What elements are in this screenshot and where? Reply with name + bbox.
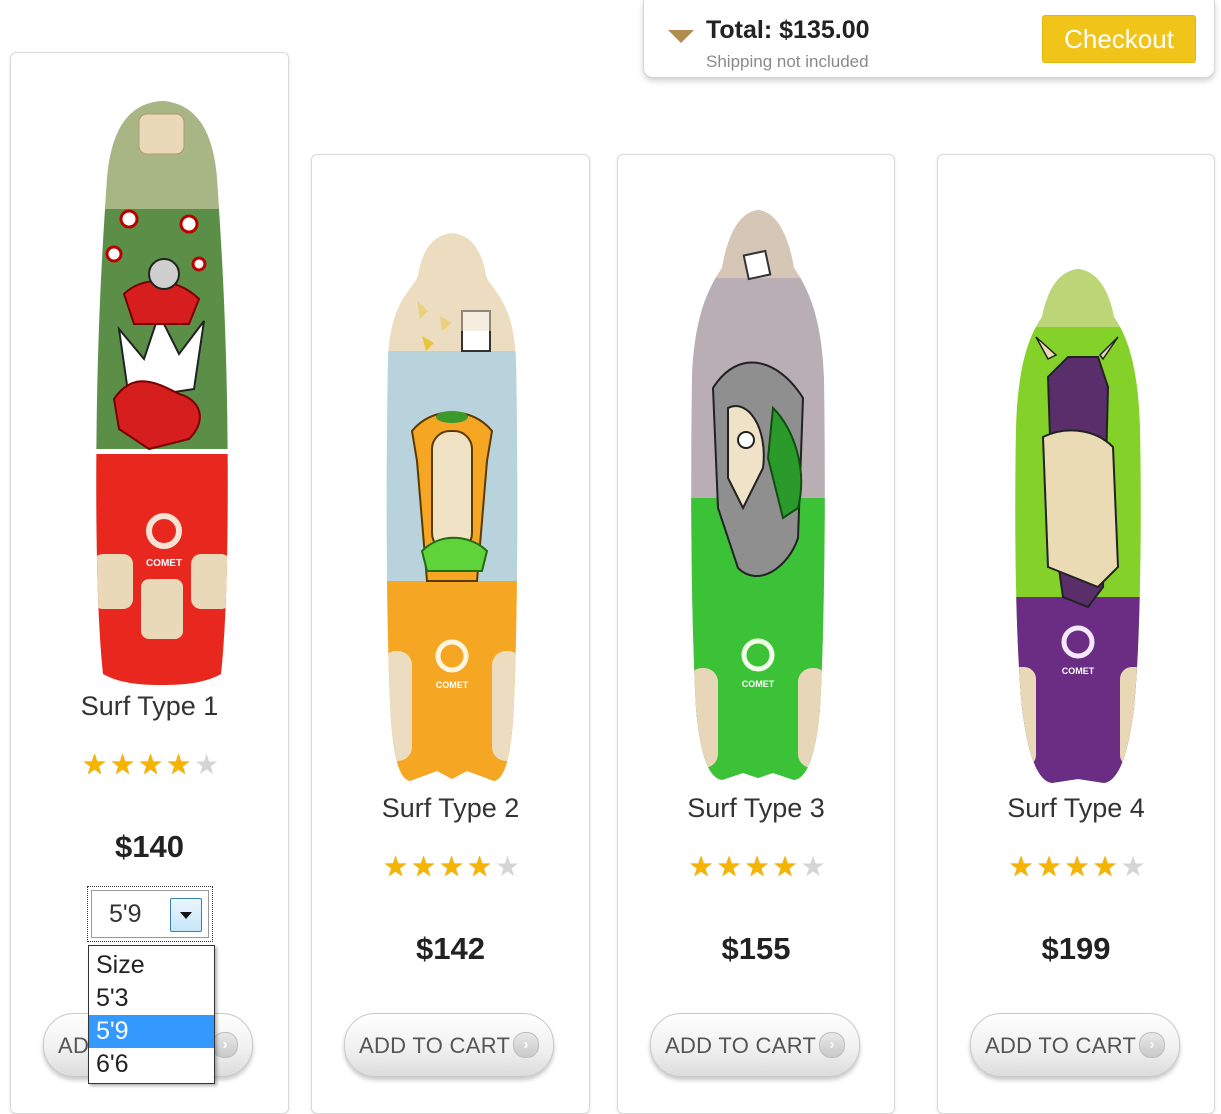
- size-select-value: 5'9: [109, 900, 142, 928]
- arrow-right-icon: ›: [513, 1032, 539, 1058]
- product-price: $199: [1041, 931, 1111, 966]
- brand-text: COMET: [1062, 666, 1095, 676]
- cart-total: Total: $135.00: [706, 16, 870, 44]
- product-name[interactable]: Surf Type 1: [11, 691, 288, 722]
- size-dropdown-list: Size 5'3 5'9 6'6: [88, 945, 215, 1084]
- star-filled-icon: ★: [109, 749, 135, 780]
- product-image-board-1[interactable]: COMET: [89, 99, 235, 687]
- rating-stars: ★ ★ ★ ★ ★: [11, 748, 288, 781]
- size-option[interactable]: 6'6: [89, 1048, 214, 1081]
- brand-text: COMET: [146, 558, 182, 569]
- star-filled-icon: ★: [716, 851, 741, 882]
- arrow-right-icon: ›: [819, 1032, 845, 1058]
- star-filled-icon: ★: [165, 749, 191, 780]
- chevron-down-icon: [180, 912, 192, 919]
- star-filled-icon: ★: [744, 851, 769, 882]
- product-card-4: COMET Surf Type 4 ★ ★ ★ ★ ★ $199 ADD TO CART…: [937, 154, 1215, 1114]
- star-filled-icon: ★: [1064, 851, 1089, 882]
- rating-stars: ★ ★ ★ ★ ★: [312, 850, 589, 883]
- star-filled-icon: ★: [1092, 851, 1117, 882]
- dropdown-arrow-button[interactable]: [170, 898, 202, 932]
- rating-stars: ★ ★ ★ ★ ★: [618, 850, 894, 883]
- product-name[interactable]: Surf Type 2: [312, 793, 589, 824]
- star-empty-icon: ★: [800, 851, 825, 882]
- arrow-right-icon: ›: [1139, 1032, 1165, 1058]
- size-option[interactable]: Size: [89, 949, 214, 982]
- expand-cart-arrow-icon[interactable]: [668, 30, 694, 43]
- product-name[interactable]: Surf Type 3: [618, 793, 894, 824]
- star-filled-icon: ★: [1036, 851, 1061, 882]
- rating-stars: ★ ★ ★ ★ ★: [938, 850, 1214, 883]
- star-filled-icon: ★: [688, 851, 713, 882]
- star-empty-icon: ★: [193, 749, 219, 780]
- product-name[interactable]: Surf Type 4: [938, 793, 1214, 824]
- size-select-box[interactable]: 5'9: [91, 890, 209, 938]
- product-image-board-3[interactable]: COMET: [688, 208, 828, 783]
- star-filled-icon: ★: [382, 851, 408, 882]
- size-option[interactable]: 5'3: [89, 982, 214, 1015]
- star-filled-icon: ★: [438, 851, 464, 882]
- star-filled-icon: ★: [1008, 851, 1033, 882]
- star-empty-icon: ★: [494, 851, 520, 882]
- size-option-selected[interactable]: 5'9: [89, 1015, 214, 1048]
- cart-summary: Total: $135.00 Shipping not included Che…: [643, 0, 1215, 78]
- add-to-cart-button[interactable]: ADD TO CART ›: [650, 1013, 860, 1077]
- add-to-cart-label: ADD TO CART: [985, 1033, 1137, 1058]
- checkout-button[interactable]: Checkout: [1042, 15, 1196, 63]
- shipping-note: Shipping not included: [706, 52, 869, 71]
- product-image-board-4[interactable]: COMET: [1008, 267, 1148, 785]
- product-price: $142: [416, 931, 485, 966]
- add-to-cart-button[interactable]: ADD TO CART ›: [970, 1013, 1180, 1077]
- star-filled-icon: ★: [137, 749, 163, 780]
- arrow-right-icon: ›: [212, 1032, 238, 1058]
- add-to-cart-label: ADD TO CART: [359, 1033, 511, 1058]
- add-to-cart-label: ADD TO CART: [665, 1033, 817, 1058]
- product-price: $140: [115, 829, 184, 864]
- size-select[interactable]: 5'9: [87, 886, 213, 942]
- product-card-3: COMET Surf Type 3 ★ ★ ★ ★ ★ $155 ADD TO CART…: [617, 154, 895, 1114]
- brand-text: COMET: [436, 680, 469, 690]
- star-empty-icon: ★: [1120, 851, 1145, 882]
- star-filled-icon: ★: [466, 851, 492, 882]
- star-filled-icon: ★: [410, 851, 436, 882]
- add-to-cart-button[interactable]: ADD TO CART ›: [344, 1013, 554, 1077]
- product-card-2: COMET Surf Type 2 ★ ★ ★ ★ ★ $142 ADD TO CART…: [311, 154, 590, 1114]
- product-image-board-2[interactable]: COMET: [382, 231, 522, 783]
- brand-text: COMET: [742, 679, 775, 689]
- star-filled-icon: ★: [772, 851, 797, 882]
- product-price: $155: [721, 931, 791, 966]
- star-filled-icon: ★: [81, 749, 107, 780]
